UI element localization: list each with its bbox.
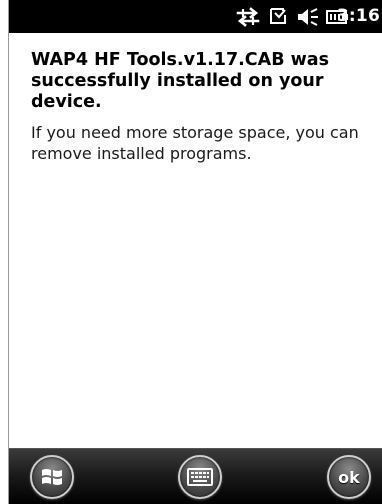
device-screen: 3:16 WAP4 HF Tools.v1.17.CAB was success… xyxy=(0,0,382,504)
install-success-headline: WAP4 HF Tools.v1.17.CAB was successfully… xyxy=(31,50,330,112)
status-bar: 3:16 xyxy=(9,0,382,33)
left-edge xyxy=(0,0,9,504)
keyboard-icon xyxy=(187,468,213,486)
ok-button[interactable]: ok xyxy=(327,455,371,499)
volume-icon[interactable] xyxy=(296,6,320,28)
install-result-panel: WAP4 HF Tools.v1.17.CAB was successfully… xyxy=(9,33,382,448)
windows-logo-icon xyxy=(42,469,62,485)
bottom-taskbar: ok xyxy=(9,448,382,504)
connectivity-icon[interactable] xyxy=(235,6,261,28)
storage-hint-text: If you need more storage space, you can … xyxy=(31,123,359,163)
clock-time[interactable]: 3:16 xyxy=(337,5,380,27)
message-icon[interactable] xyxy=(267,6,289,28)
ok-button-label: ok xyxy=(338,467,360,487)
start-button[interactable] xyxy=(30,455,74,499)
keyboard-button[interactable] xyxy=(178,455,222,499)
